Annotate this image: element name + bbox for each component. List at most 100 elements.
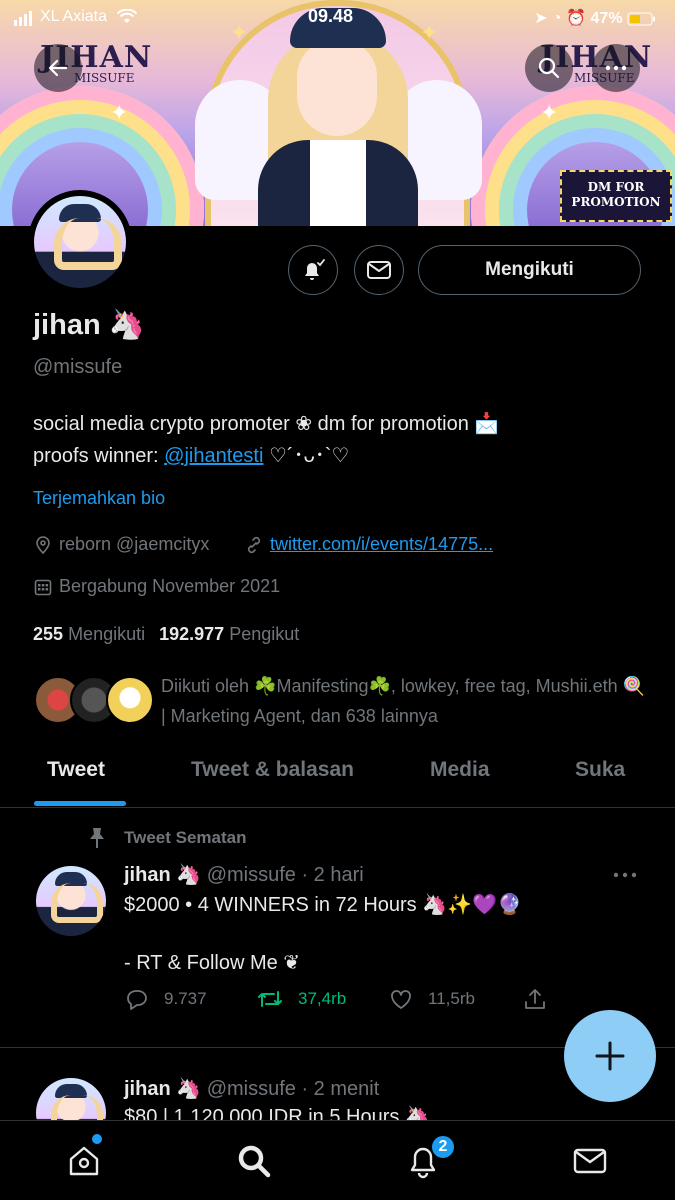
profile-location: reborn @jaemcityx xyxy=(33,534,209,555)
heart-icon xyxy=(391,990,411,1009)
bio-line-2-prefix: proofs winner: xyxy=(33,445,165,467)
translate-bio-link[interactable]: Terjemahkan bio xyxy=(33,488,165,509)
profile-bio: social media crypto promoter ❀ dm for pr… xyxy=(33,408,653,472)
wifi-icon xyxy=(111,8,138,25)
more-icon xyxy=(605,65,627,71)
tweet-header: jihan 🦄 @missufe · 2 menit xyxy=(124,1076,379,1101)
more-icon xyxy=(613,872,637,878)
signal-icon xyxy=(14,8,34,26)
tweet-meta: @missufe · 2 menit xyxy=(201,1078,380,1100)
tweet-actions: 9.737 37,4rb 11,5rb xyxy=(124,986,564,1018)
tweet-header: jihan 🦄 @missufe · 2 hari xyxy=(124,862,364,887)
reply-count: 9.737 xyxy=(164,989,207,1008)
tab-tweets-replies[interactable]: Tweet & balasan xyxy=(191,758,354,782)
pinned-tweet-label: Tweet Sematan xyxy=(86,826,247,850)
tweet-text-line: $80 | 1.120.000 IDR in 5 Hours 🦄 xyxy=(124,1106,430,1120)
retweet-icon xyxy=(258,991,282,1007)
carrier: XL Axiata xyxy=(14,8,138,26)
alarm-icon: ⏰ xyxy=(566,10,587,27)
reply-icon xyxy=(127,990,147,1010)
following-label: Mengikuti xyxy=(68,624,146,644)
profile-avatar-image xyxy=(34,196,126,288)
bio-mention-link[interactable]: @jihantesti xyxy=(164,445,263,467)
followed-by-text[interactable]: Diikuti oleh ☘️Manifesting☘️, lowkey, fr… xyxy=(161,671,651,731)
status-right: ➤ ◔ ⏰ 47% xyxy=(534,8,657,28)
sparkle-icon: ✦ xyxy=(540,100,559,125)
calendar-icon xyxy=(34,579,52,595)
tweet-more-button[interactable] xyxy=(612,860,638,886)
direct-message-button[interactable] xyxy=(354,245,404,295)
tweet-text-line: - RT & Follow Me ❦ xyxy=(124,952,301,974)
lock-rotation-icon: ◔ xyxy=(552,10,562,27)
followers-count-link[interactable]: 192.977 Pengikut xyxy=(159,624,299,644)
tweet-author-name[interactable]: jihan 🦄 xyxy=(124,864,201,886)
location-arrow-icon: ➤ xyxy=(534,10,548,27)
pin-icon xyxy=(90,828,104,848)
retweet-button[interactable]: 37,4rb xyxy=(256,986,346,1012)
tab-likes[interactable]: Suka xyxy=(575,758,625,782)
banner-character-face xyxy=(297,40,377,136)
tab-media[interactable]: Media xyxy=(430,758,490,782)
compose-tweet-button[interactable] xyxy=(564,1010,656,1102)
website-link[interactable]: twitter.com/i/events/14775... xyxy=(270,534,493,555)
tweet-text-line: $2000 • 4 WINNERS in 72 Hours 🦄✨💜🔮 xyxy=(124,894,522,916)
like-button[interactable]: 11,5rb xyxy=(388,986,475,1012)
back-button[interactable] xyxy=(34,44,82,92)
tweet-author-avatar[interactable] xyxy=(36,866,106,936)
sparkle-icon: ✦ xyxy=(110,100,129,125)
profile-join-date: Bergabung November 2021 xyxy=(33,576,280,597)
like-count: 11,5rb xyxy=(428,989,475,1008)
pinned-label-text: Tweet Sematan xyxy=(124,828,247,847)
nav-home[interactable] xyxy=(64,1141,104,1181)
share-icon xyxy=(525,989,545,1009)
followers-label: Pengikut xyxy=(229,624,300,644)
banner-dm-badge: DM FOR PROMOTION xyxy=(560,170,672,222)
followed-by-avatars[interactable] xyxy=(34,676,154,724)
following-button[interactable]: Mengikuti xyxy=(418,245,641,295)
mail-icon xyxy=(367,261,391,279)
profile-avatar[interactable] xyxy=(28,190,132,294)
profile-tabs: Tweet Tweet & balasan Media Suka xyxy=(0,744,675,808)
profile-banner[interactable]: ✦ ✦ ✦ ✦ JIHAN MISSUFE JIHAN MISSUFE DM F… xyxy=(0,0,675,226)
status-bar: XL Axiata 09.48 ➤ ◔ ⏰ 47% xyxy=(0,6,675,30)
bio-line-1: social media crypto promoter ❀ dm for pr… xyxy=(33,413,500,435)
search-icon xyxy=(238,1145,271,1178)
follow-counts: 255 Mengikuti 192.977 Pengikut xyxy=(33,624,299,645)
join-date-text: Bergabung November 2021 xyxy=(59,576,281,596)
home-icon xyxy=(69,1146,99,1176)
carrier-name: XL Axiata xyxy=(40,8,108,26)
plus-icon xyxy=(595,1041,625,1071)
followers-count: 192.977 xyxy=(159,624,225,644)
bio-line-2-suffix: ♡´･ᴗ･`♡ xyxy=(263,445,350,467)
tab-tweets[interactable]: Tweet xyxy=(47,758,105,782)
bio-line-2: proofs winner: @jihantesti ♡´･ᴗ･`♡ xyxy=(33,440,653,472)
notifications-toggle-button[interactable] xyxy=(288,245,338,295)
tweet-author-name[interactable]: jihan 🦄 xyxy=(124,1078,201,1100)
battery-percent: 47% xyxy=(590,10,623,27)
home-unread-dot xyxy=(92,1134,102,1144)
more-options-button[interactable] xyxy=(592,44,640,92)
following-count-link[interactable]: 255 Mengikuti xyxy=(33,624,145,644)
banner-badge-line2: PROMOTION xyxy=(571,195,661,209)
location-icon xyxy=(36,535,50,554)
banner-character-shirt xyxy=(310,140,366,226)
profile-website[interactable]: twitter.com/i/events/14775... xyxy=(244,534,493,555)
active-tab-indicator xyxy=(34,801,126,806)
profile-name: jihan 🦄 xyxy=(33,309,145,341)
nav-search[interactable] xyxy=(234,1141,274,1181)
bell-check-icon xyxy=(305,259,325,280)
back-arrow-icon xyxy=(48,59,68,77)
search-icon xyxy=(538,57,560,79)
following-count: 255 xyxy=(33,624,64,644)
bottom-navigation xyxy=(0,1120,675,1200)
nav-messages[interactable] xyxy=(570,1141,610,1181)
retweet-count: 37,4rb xyxy=(298,989,347,1008)
share-button[interactable] xyxy=(522,986,562,1012)
tweet-meta: @missufe · 2 hari xyxy=(201,864,364,886)
search-profile-button[interactable] xyxy=(525,44,573,92)
profile-handle: @missufe xyxy=(33,356,123,378)
banner-badge-line1: DM FOR xyxy=(587,180,645,194)
clock: 09.48 xyxy=(308,6,354,26)
battery-icon xyxy=(627,10,657,27)
reply-button[interactable]: 9.737 xyxy=(124,986,207,1012)
